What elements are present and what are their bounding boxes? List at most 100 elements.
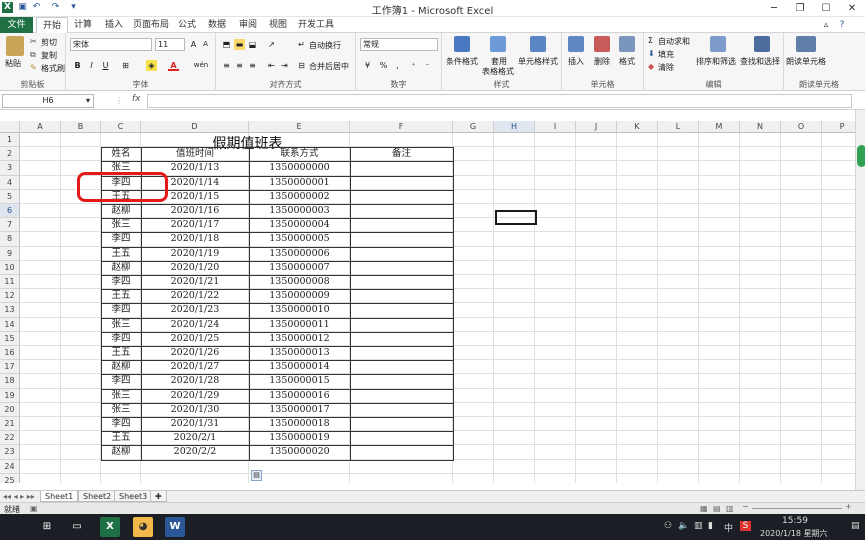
row-header-2[interactable]: 2 (0, 147, 20, 162)
increase-decimal-icon[interactable]: ⁺ (408, 60, 419, 71)
cell-phone[interactable]: 1350000011 (249, 318, 350, 332)
cell-phone[interactable]: 1350000006 (249, 247, 350, 261)
sort-filter-icon[interactable] (710, 36, 726, 52)
row-header-8[interactable]: 8 (0, 232, 20, 247)
row-header-15[interactable]: 15 (0, 331, 20, 346)
view-normal-icon[interactable]: ▦ (700, 504, 708, 513)
clock-time[interactable]: 15:59 (782, 516, 808, 526)
insert-cells-button[interactable]: 插入 (568, 56, 584, 67)
row-header-12[interactable]: 12 (0, 289, 20, 304)
column-header-d[interactable]: D (141, 121, 249, 133)
tab-file[interactable]: 文件 (0, 17, 33, 33)
cut-button[interactable]: 剪切 (41, 37, 57, 48)
cell-name[interactable]: 李四 (101, 232, 141, 246)
cell-name[interactable]: 张三 (101, 389, 141, 403)
cell-name[interactable]: 王五 (101, 431, 141, 445)
cell-phone[interactable]: 1350000007 (249, 261, 350, 275)
autosum-icon[interactable]: Σ (648, 36, 653, 45)
percent-icon[interactable]: % (378, 60, 389, 71)
windows-start-icon[interactable]: ⊞ (37, 517, 57, 537)
read-cell-icon[interactable] (796, 36, 816, 52)
table-format-icon[interactable] (490, 36, 506, 52)
sheet-tab-2[interactable]: Sheet2 (78, 491, 117, 502)
view-layout-icon[interactable]: ▤ (713, 504, 721, 513)
cell-phone[interactable]: 1350000005 (249, 232, 350, 246)
border-icon[interactable]: ⊞ (120, 60, 131, 71)
column-header-m[interactable]: M (699, 121, 740, 133)
tray-people-icon[interactable]: ⚇ (664, 521, 672, 531)
cell-date[interactable]: 2020/1/18 (141, 232, 249, 246)
align-center-icon[interactable]: ≡ (234, 60, 245, 71)
delete-cells-button[interactable]: 删除 (594, 56, 610, 67)
restore-icon[interactable]: ❐ (787, 0, 813, 17)
cell-name[interactable]: 赵柳 (101, 261, 141, 275)
row-header-3[interactable]: 3 (0, 161, 20, 176)
row-header-1[interactable]: 1 (0, 133, 20, 148)
cell-phone[interactable]: 1350000016 (249, 389, 350, 403)
zoom-slider[interactable] (752, 508, 842, 509)
customize-toolbar-icon[interactable]: ▾ (68, 2, 79, 13)
macro-record-icon[interactable]: ▣ (30, 504, 38, 513)
italic-button[interactable]: I (86, 60, 97, 71)
fill-icon[interactable]: ⬇ (648, 49, 655, 58)
cell-phone[interactable]: 1350000014 (249, 360, 350, 374)
row-header-11[interactable]: 11 (0, 275, 20, 290)
align-right-icon[interactable]: ≡ (247, 60, 258, 71)
align-top-icon[interactable]: ⬒ (221, 39, 232, 50)
cut-icon[interactable]: ✂ (30, 37, 37, 46)
conditional-format-icon[interactable] (454, 36, 470, 52)
cell-phone[interactable]: 1350000017 (249, 403, 350, 417)
cell-phone[interactable]: 1350000019 (249, 431, 350, 445)
number-format-select[interactable]: 常规 (360, 38, 438, 51)
column-header-e[interactable]: E (249, 121, 350, 133)
column-header-a[interactable]: A (20, 121, 61, 133)
cell-phone[interactable]: 1350000020 (249, 445, 350, 459)
table-header-cell[interactable]: 姓名 (101, 147, 141, 161)
cell-name[interactable]: 张三 (101, 403, 141, 417)
wrap-text-icon[interactable]: ↵ (296, 39, 307, 50)
tab-insert[interactable]: 插入 (101, 17, 127, 33)
delete-cells-icon[interactable] (594, 36, 610, 52)
cell-date[interactable]: 2020/2/1 (141, 431, 249, 445)
phonetic-icon[interactable]: wén (192, 60, 210, 71)
vertical-scrollbar[interactable] (855, 110, 865, 500)
cell-phone[interactable]: 1350000010 (249, 303, 350, 317)
font-size-select[interactable]: 11 (155, 38, 185, 51)
column-header-g[interactable]: G (453, 121, 494, 133)
cell-date[interactable]: 2020/1/22 (141, 289, 249, 303)
conditional-format-button[interactable]: 条件格式 (446, 56, 478, 67)
format-cells-button[interactable]: 格式 (619, 56, 635, 67)
minimize-icon[interactable]: ─ (761, 0, 787, 17)
insert-cells-icon[interactable] (568, 36, 584, 52)
find-select-button[interactable]: 查找和选择 (740, 56, 780, 67)
copy-button[interactable]: 复制 (41, 50, 57, 61)
row-header-20[interactable]: 20 (0, 402, 20, 417)
cell-style-icon[interactable] (530, 36, 546, 52)
cell-date[interactable]: 2020/1/20 (141, 261, 249, 275)
column-header-l[interactable]: L (658, 121, 699, 133)
cell-phone[interactable]: 1350000000 (249, 161, 350, 175)
row-header-18[interactable]: 18 (0, 374, 20, 389)
cell-phone[interactable]: 1350000018 (249, 417, 350, 431)
task-view-icon[interactable]: ▭ (67, 517, 87, 537)
row-header-9[interactable]: 9 (0, 246, 20, 261)
increase-indent-icon[interactable]: ⇥ (279, 60, 290, 71)
row-header-10[interactable]: 10 (0, 260, 20, 275)
font-color-icon[interactable]: A (168, 60, 179, 71)
maximize-icon[interactable]: ☐ (813, 0, 839, 17)
cell-name[interactable]: 张三 (101, 318, 141, 332)
column-header-j[interactable]: J (576, 121, 617, 133)
sheet-nav-icon[interactable]: ◂◂ ◂ ▸ ▸▸ (3, 492, 35, 501)
autosum-button[interactable]: 自动求和 (658, 36, 690, 47)
cell-phone[interactable]: 1350000008 (249, 275, 350, 289)
tab-page-layout[interactable]: 页面布局 (131, 17, 171, 33)
row-header-25[interactable]: 25 (0, 473, 20, 483)
name-box[interactable]: H6 (2, 94, 94, 108)
select-all-corner[interactable] (0, 121, 20, 133)
tray-battery-icon[interactable]: ▮ (708, 521, 713, 531)
row-header-5[interactable]: 5 (0, 189, 20, 204)
row-header-6[interactable]: 6 (0, 204, 20, 219)
column-header-h[interactable]: H (494, 121, 535, 133)
read-cell-button[interactable]: 朗读单元格 (786, 56, 826, 67)
align-bottom-icon[interactable]: ⬓ (247, 39, 258, 50)
